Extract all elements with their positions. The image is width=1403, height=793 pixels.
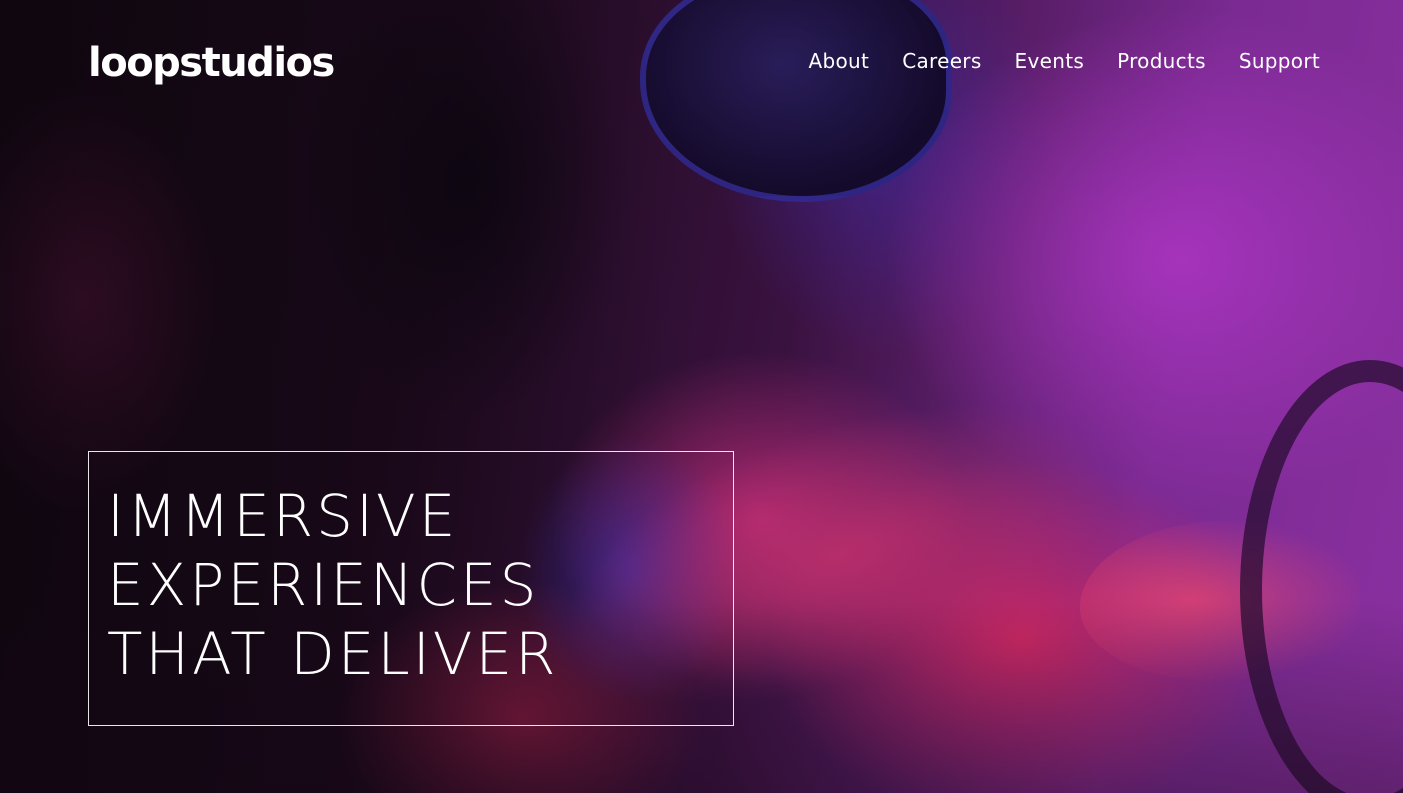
- hero-section: loopstudios About Careers Events Product…: [0, 0, 1403, 793]
- hero-background-hand: [1080, 520, 1360, 680]
- nav-item-about[interactable]: About: [809, 49, 870, 73]
- hero-headline-line: IMMERSIVE: [107, 482, 459, 550]
- site-header: loopstudios About Careers Events Product…: [88, 40, 1320, 90]
- nav-item-products[interactable]: Products: [1117, 49, 1206, 73]
- nav-item-events[interactable]: Events: [1015, 49, 1085, 73]
- hero-headline-box: IMMERSIVE EXPERIENCES THAT DELIVER: [88, 451, 734, 726]
- hero-background-vr-headset: [640, 0, 952, 202]
- nav-item-support[interactable]: Support: [1239, 49, 1320, 73]
- hero-headline-line: EXPERIENCES: [107, 551, 540, 619]
- logo[interactable]: loopstudios: [88, 43, 335, 83]
- nav-item-careers[interactable]: Careers: [902, 49, 981, 73]
- hero-headline-line: THAT DELIVER: [107, 620, 559, 688]
- hero-background-wheel: [1240, 360, 1403, 793]
- main-nav: About Careers Events Products Support: [809, 49, 1320, 73]
